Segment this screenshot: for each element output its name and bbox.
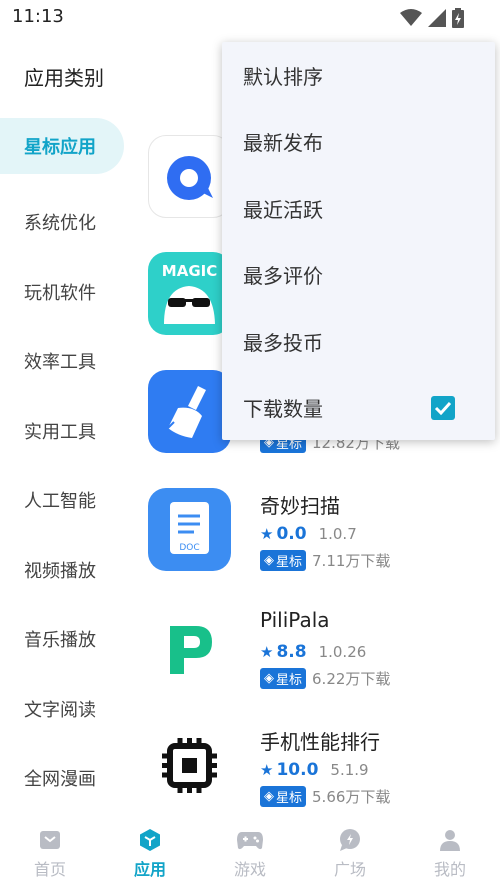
- sort-option-label: 默认排序: [243, 64, 323, 89]
- sort-option-recent-active[interactable]: 最近活跃: [222, 175, 495, 242]
- app-downloads: 5.66万下载: [312, 788, 391, 806]
- nav-item-apps[interactable]: 应用: [100, 818, 200, 889]
- diamond-icon: ◈: [264, 789, 274, 804]
- app-meta: ★ 10.0 5.1.9: [260, 760, 369, 780]
- magic-icon: MAGIC: [148, 252, 231, 335]
- app-name: 手机性能排行: [260, 730, 380, 754]
- sort-option-label: 最多投币: [243, 330, 323, 355]
- signal-icon: [428, 9, 446, 27]
- app-meta: ★ 0.0 1.0.7: [260, 524, 357, 544]
- nav-item-games[interactable]: 游戏: [200, 818, 300, 889]
- sort-option-label: 下载数量: [243, 397, 323, 422]
- app-version: 5.1.9: [330, 761, 369, 779]
- app-name: PiliPala: [260, 608, 330, 632]
- nav-label: 广场: [333, 860, 366, 879]
- category-item-video[interactable]: 视频播放: [0, 535, 130, 605]
- app-badge-row: ◈ 星标 6.22万下载: [260, 668, 390, 689]
- app-list-item[interactable]: PiliPala ★ 8.8 1.0.26 ◈ 星标 6.22万下载: [148, 606, 488, 696]
- category-item-starred[interactable]: 星标应用: [0, 118, 124, 174]
- category-item-tinkering[interactable]: 玩机软件: [0, 257, 130, 327]
- category-list: 星标应用 系统优化 玩机软件 效率工具 实用工具 人工智能 视频播放 音乐播放 …: [0, 118, 130, 813]
- app-list-item[interactable]: 手机性能排行 ★ 10.0 5.1.9 ◈ 星标 5.66万下载: [148, 724, 488, 814]
- nav-item-profile[interactable]: 我的: [400, 818, 500, 889]
- sort-option-newest[interactable]: 最新发布: [222, 109, 495, 176]
- status-time: 11:13: [12, 6, 64, 27]
- app-list-item[interactable]: DOC 奇妙扫描 ★ 0.0 1.0.7 ◈ 星标 7.11万下载: [148, 488, 488, 578]
- nav-label: 首页: [33, 860, 66, 879]
- nav-label: 游戏: [233, 860, 266, 879]
- app-version: 1.0.7: [318, 525, 357, 543]
- nav-item-home[interactable]: 首页: [0, 818, 100, 889]
- app-version: 1.0.26: [318, 643, 367, 661]
- checkbox-checked-icon[interactable]: [431, 395, 455, 420]
- star-icon: ★: [260, 525, 274, 543]
- star-badge: ◈ 星标: [260, 668, 307, 689]
- nav-label: 应用: [133, 860, 166, 879]
- sort-option-most-coins[interactable]: 最多投币: [222, 308, 495, 375]
- app-badge-row: ◈ 星标 7.11万下载: [260, 550, 390, 571]
- star-icon: ★: [260, 643, 274, 661]
- cube-icon: [140, 829, 160, 851]
- star-icon: ★: [260, 761, 274, 779]
- chat-bubble-icon: [340, 829, 360, 851]
- sort-option-label: 最新发布: [243, 131, 323, 156]
- app-rating: 8.8: [276, 642, 307, 662]
- sort-option-default[interactable]: 默认排序: [222, 42, 495, 109]
- battery-icon: [452, 8, 464, 28]
- svg-text:MAGIC: MAGIC: [162, 262, 217, 280]
- diamond-icon: ◈: [264, 553, 274, 568]
- status-bar: 11:13: [0, 0, 500, 34]
- app-downloads: 6.22万下载: [312, 670, 391, 688]
- svg-text:DOC: DOC: [179, 543, 199, 553]
- scan-doc-icon: DOC: [148, 488, 231, 571]
- sort-option-label: 最近活跃: [243, 197, 323, 222]
- category-item-music[interactable]: 音乐播放: [0, 605, 130, 675]
- gamepad-icon: [237, 832, 263, 850]
- app-rating: 0.0: [276, 524, 307, 544]
- category-item-ai[interactable]: 人工智能: [0, 466, 130, 536]
- app-meta: ★ 8.8 1.0.26: [260, 642, 366, 662]
- category-item-comics[interactable]: 全网漫画: [0, 744, 130, 814]
- category-item-utilities[interactable]: 实用工具: [0, 396, 130, 466]
- app-downloads: 7.11万下载: [312, 552, 391, 570]
- sort-option-downloads[interactable]: 下载数量: [222, 375, 495, 442]
- app-rating: 10.0: [276, 760, 319, 780]
- nav-label: 我的: [433, 860, 466, 879]
- person-icon: [440, 830, 460, 851]
- app-name: 奇妙扫描: [260, 494, 340, 518]
- category-item-system-optimize[interactable]: 系统优化: [0, 188, 130, 258]
- category-item-productivity[interactable]: 效率工具: [0, 327, 130, 397]
- bottom-nav: 首页 应用 游戏 广场 我的: [0, 818, 500, 889]
- category-item-reading[interactable]: 文字阅读: [0, 674, 130, 744]
- sort-option-label: 最多评价: [243, 264, 323, 289]
- chip-icon: [148, 724, 231, 807]
- pilipala-icon: [148, 606, 231, 689]
- sort-option-most-reviews[interactable]: 最多评价: [222, 242, 495, 309]
- category-panel-title: 应用类别: [24, 66, 104, 90]
- status-icons: [400, 8, 464, 28]
- star-badge: ◈ 星标: [260, 550, 307, 571]
- broom-icon: [148, 370, 231, 453]
- star-badge: ◈ 星标: [260, 786, 307, 807]
- sort-dropdown-menu: 默认排序 最新发布 最近活跃 最多评价 最多投币 下载数量: [222, 42, 495, 440]
- q-chat-icon: [148, 135, 231, 218]
- wifi-icon: [400, 9, 422, 26]
- nav-item-square[interactable]: 广场: [300, 818, 400, 889]
- home-icon: [40, 831, 60, 849]
- diamond-icon: ◈: [264, 671, 274, 686]
- app-badge-row: ◈ 星标 5.66万下载: [260, 786, 390, 807]
